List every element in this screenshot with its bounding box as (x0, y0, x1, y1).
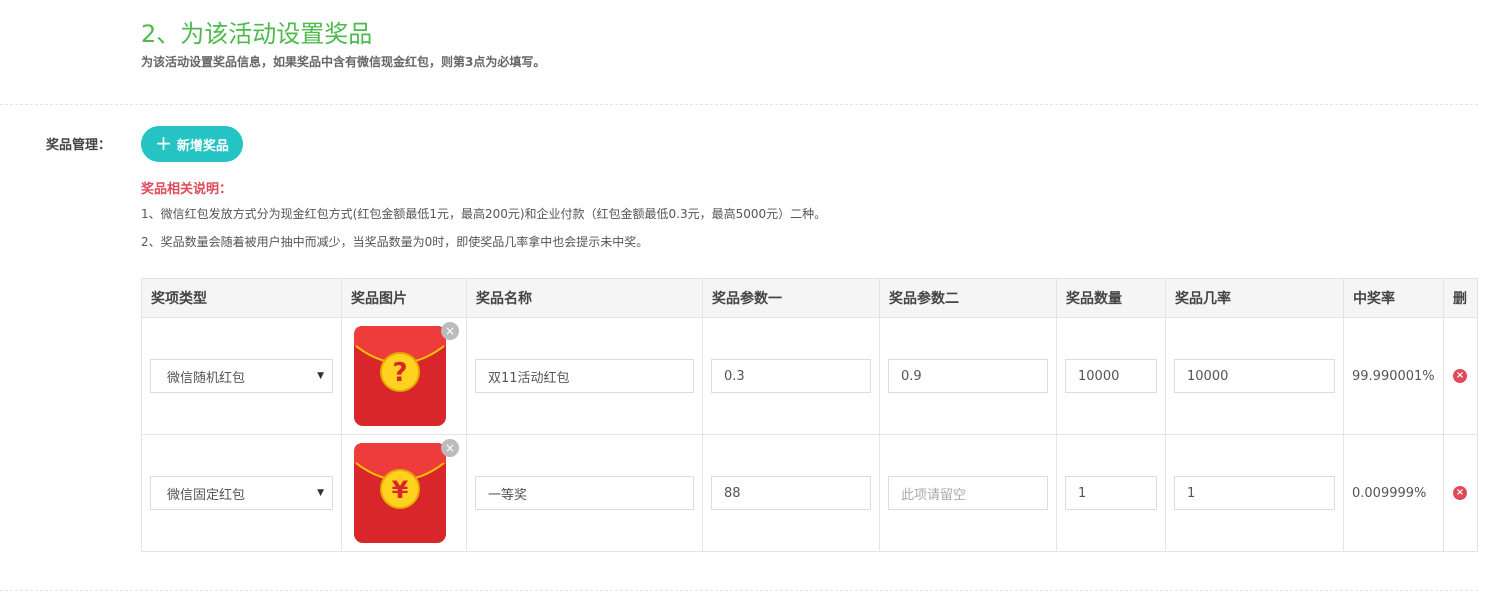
header-prize-type: 奖项类型 (141, 278, 342, 318)
add-prize-button[interactable]: + 新增奖品 (141, 126, 243, 162)
divider-top (0, 104, 1478, 105)
header-probability: 奖品几率 (1165, 278, 1344, 318)
prize-table: 奖项类型 奖品图片 奖品名称 奖品参数一 奖品参数二 奖品数量 奖品几率 中奖率… (141, 278, 1478, 552)
prize-type-value: 微信随机红包 (167, 370, 246, 386)
probability-input[interactable]: 10000 (1174, 359, 1335, 393)
quantity-input[interactable]: 10000 (1065, 359, 1157, 393)
note-line-2: 2、奖品数量会随着被用户抽中而减少，当奖品数量为0时，即使奖品几率拿中也会提示未… (141, 235, 649, 249)
win-rate: 99.990001% (1343, 317, 1444, 435)
notes-title: 奖品相关说明： (141, 182, 233, 197)
probability-input[interactable]: 1 (1174, 476, 1335, 510)
header-param-one: 奖品参数一 (702, 278, 880, 318)
delete-row-icon[interactable]: × (1453, 369, 1467, 383)
header-quantity: 奖品数量 (1056, 278, 1166, 318)
prize-name-input[interactable]: 一等奖 (475, 476, 694, 510)
table-row: 微信固定红包 ▼ ¥ × 一等奖 88 此项请留空 1 1 0.009999% (141, 434, 1478, 552)
remove-image-button[interactable]: × (441, 439, 459, 457)
note-line-1: 1、微信红包发放方式分为现金红包方式(红包金额最低1元，最高200元)和企业付款… (141, 207, 827, 221)
envelope-symbol: ¥ (392, 476, 409, 504)
table-row: 微信随机红包 ▼ ? × 双11活动红包 0.3 0.9 10000 10000… (141, 317, 1478, 435)
param-one-input[interactable]: 0.3 (711, 359, 871, 393)
win-rate: 0.009999% (1343, 434, 1444, 552)
header-win-rate: 中奖率 (1343, 278, 1444, 318)
param-one-input[interactable]: 88 (711, 476, 871, 510)
prize-name-input[interactable]: 双11活动红包 (475, 359, 694, 393)
red-envelope-question-icon[interactable]: ? (354, 326, 446, 426)
delete-row-icon[interactable]: × (1453, 486, 1467, 500)
plus-icon: + (155, 131, 172, 155)
header-prize-name: 奖品名称 (466, 278, 703, 318)
param-two-input[interactable]: 此项请留空 (888, 476, 1048, 510)
header-prize-image: 奖品图片 (341, 278, 467, 318)
prize-type-value: 微信固定红包 (167, 487, 246, 503)
section-title: 2、为该活动设置奖品 (141, 20, 373, 48)
param-two-input[interactable]: 0.9 (888, 359, 1048, 393)
table-header-row: 奖项类型 奖品图片 奖品名称 奖品参数一 奖品参数二 奖品数量 奖品几率 中奖率… (141, 278, 1478, 318)
header-param-two: 奖品参数二 (879, 278, 1057, 318)
prize-type-select[interactable]: 微信随机红包 ▼ (150, 359, 333, 393)
envelope-symbol: ? (392, 358, 407, 388)
prize-management-label: 奖品管理： (46, 138, 112, 153)
quantity-input[interactable]: 1 (1065, 476, 1157, 510)
prize-type-select[interactable]: 微信固定红包 ▼ (150, 476, 333, 510)
red-envelope-yuan-icon[interactable]: ¥ (354, 443, 446, 543)
remove-image-button[interactable]: × (441, 322, 459, 340)
header-delete: 删 (1443, 278, 1478, 318)
divider-bottom (0, 590, 1478, 591)
add-prize-button-label: 新增奖品 (176, 138, 229, 154)
chevron-down-icon: ▼ (317, 488, 324, 498)
section-description: 为该活动设置奖品信息，如果奖品中含有微信现金红包，则第3点为必填写。 (141, 55, 546, 69)
chevron-down-icon: ▼ (317, 371, 324, 381)
